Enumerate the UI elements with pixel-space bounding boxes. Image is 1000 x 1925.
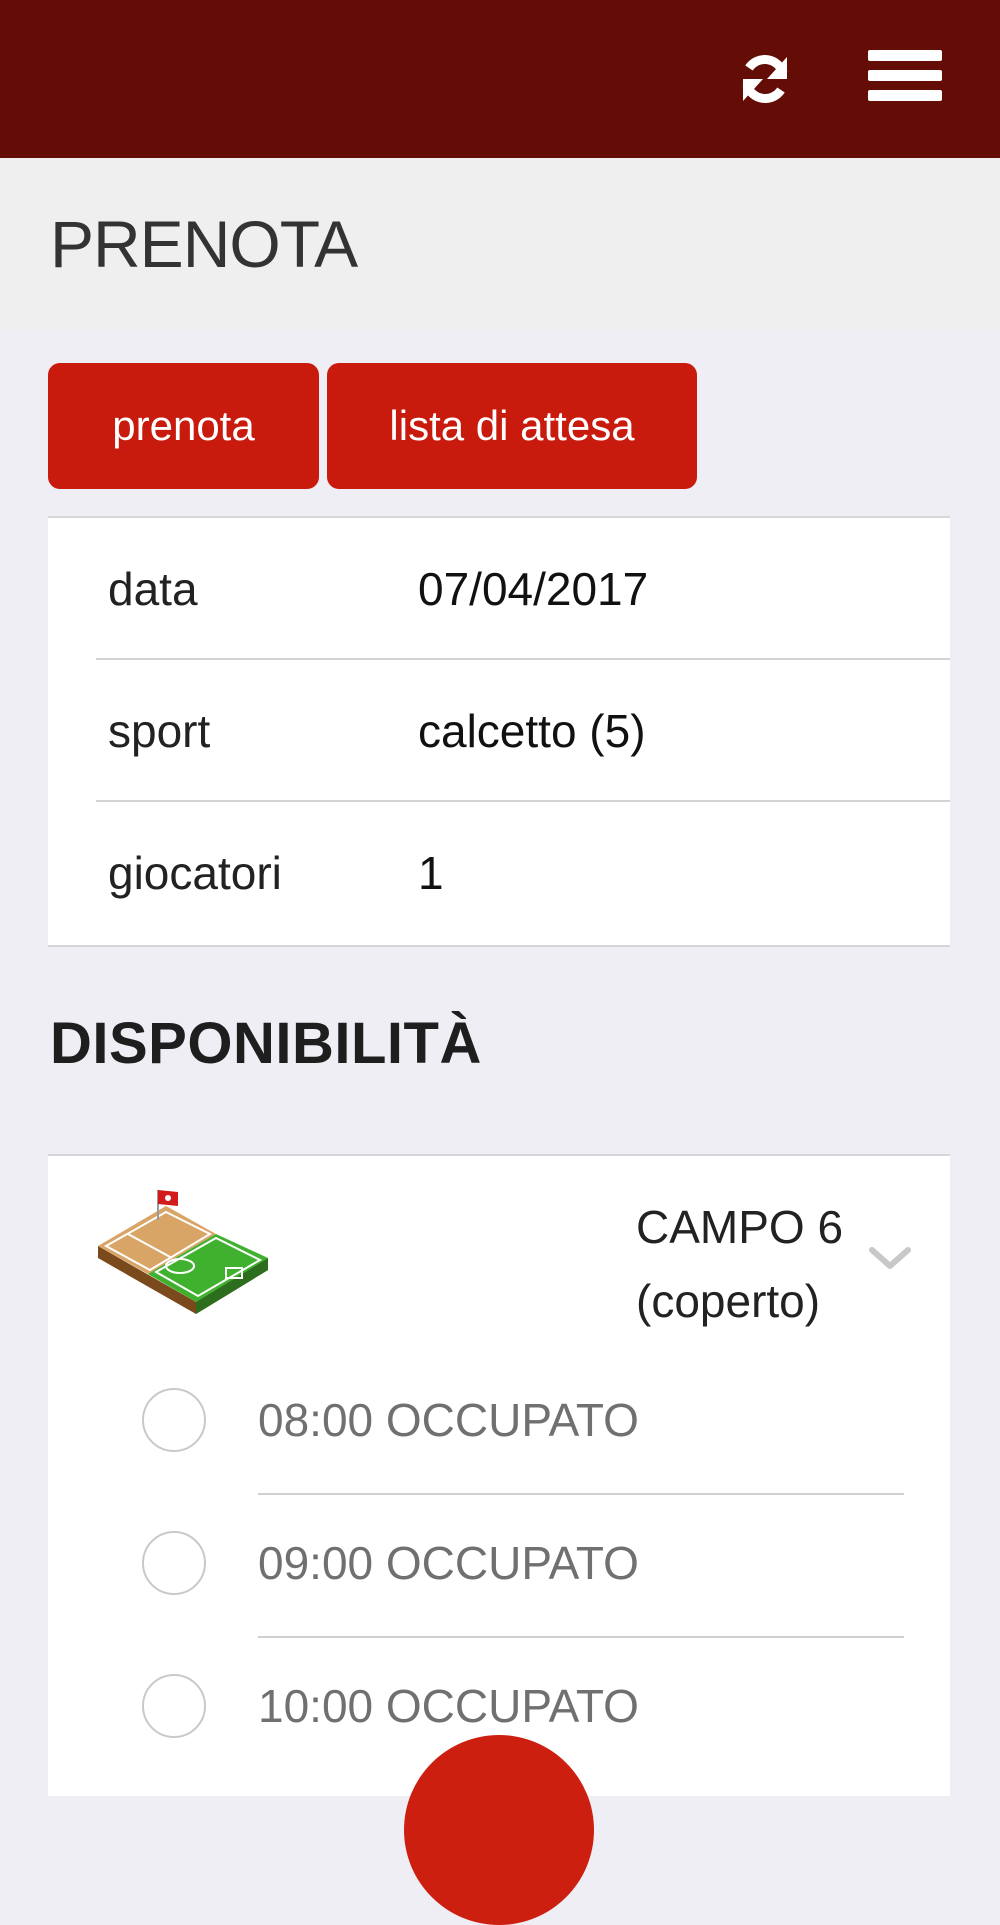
date-row[interactable]: data 07/04/2017 <box>48 518 950 660</box>
players-row[interactable]: giocatori 1 <box>48 802 950 944</box>
sport-label: sport <box>108 705 211 757</box>
title-bar: PRENOTA <box>0 158 1000 330</box>
refresh-icon <box>742 55 788 103</box>
booking-form: data 07/04/2017 sport calcetto (5) gioca… <box>48 516 950 947</box>
sport-value[interactable]: calcetto (5) <box>418 660 646 802</box>
court-availability-card: CAMPO 6 (coperto) 08:00 OCCUPATO 09:00 O… <box>48 1154 950 1796</box>
court-field-icon <box>98 1190 268 1314</box>
slot-radio[interactable] <box>142 1388 206 1452</box>
court-name-line2: (coperto) <box>636 1275 821 1327</box>
date-label: data <box>108 563 198 615</box>
menu-button[interactable] <box>862 44 950 108</box>
book-button[interactable]: prenota <box>48 363 319 489</box>
players-label: giocatori <box>108 847 282 899</box>
refresh-button[interactable] <box>726 40 804 118</box>
time-slot[interactable]: 08:00 OCCUPATO <box>48 1352 950 1495</box>
time-slot[interactable]: 09:00 OCCUPATO <box>48 1495 950 1638</box>
app-header <box>0 0 1000 158</box>
hamburger-menu-icon <box>868 90 942 101</box>
date-value[interactable]: 07/04/2017 <box>418 518 648 660</box>
court-name-line1: CAMPO 6 <box>636 1201 844 1253</box>
court-name: CAMPO 6 (coperto) <box>636 1190 843 1338</box>
waitlist-button[interactable]: lista di attesa <box>327 363 697 489</box>
hamburger-menu-icon <box>868 50 942 61</box>
sport-row[interactable]: sport calcetto (5) <box>48 660 950 802</box>
page-title: PRENOTA <box>50 207 358 281</box>
availability-heading: DISPONIBILITÀ <box>50 1011 482 1076</box>
slot-label: 09:00 OCCUPATO <box>258 1537 639 1589</box>
players-value[interactable]: 1 <box>418 802 444 944</box>
slot-radio[interactable] <box>142 1531 206 1595</box>
slot-radio[interactable] <box>142 1674 206 1738</box>
slot-label: 08:00 OCCUPATO <box>258 1394 639 1446</box>
chevron-down-icon[interactable] <box>866 1244 914 1274</box>
floating-action-button[interactable] <box>404 1735 594 1925</box>
hamburger-menu-icon <box>868 70 942 81</box>
